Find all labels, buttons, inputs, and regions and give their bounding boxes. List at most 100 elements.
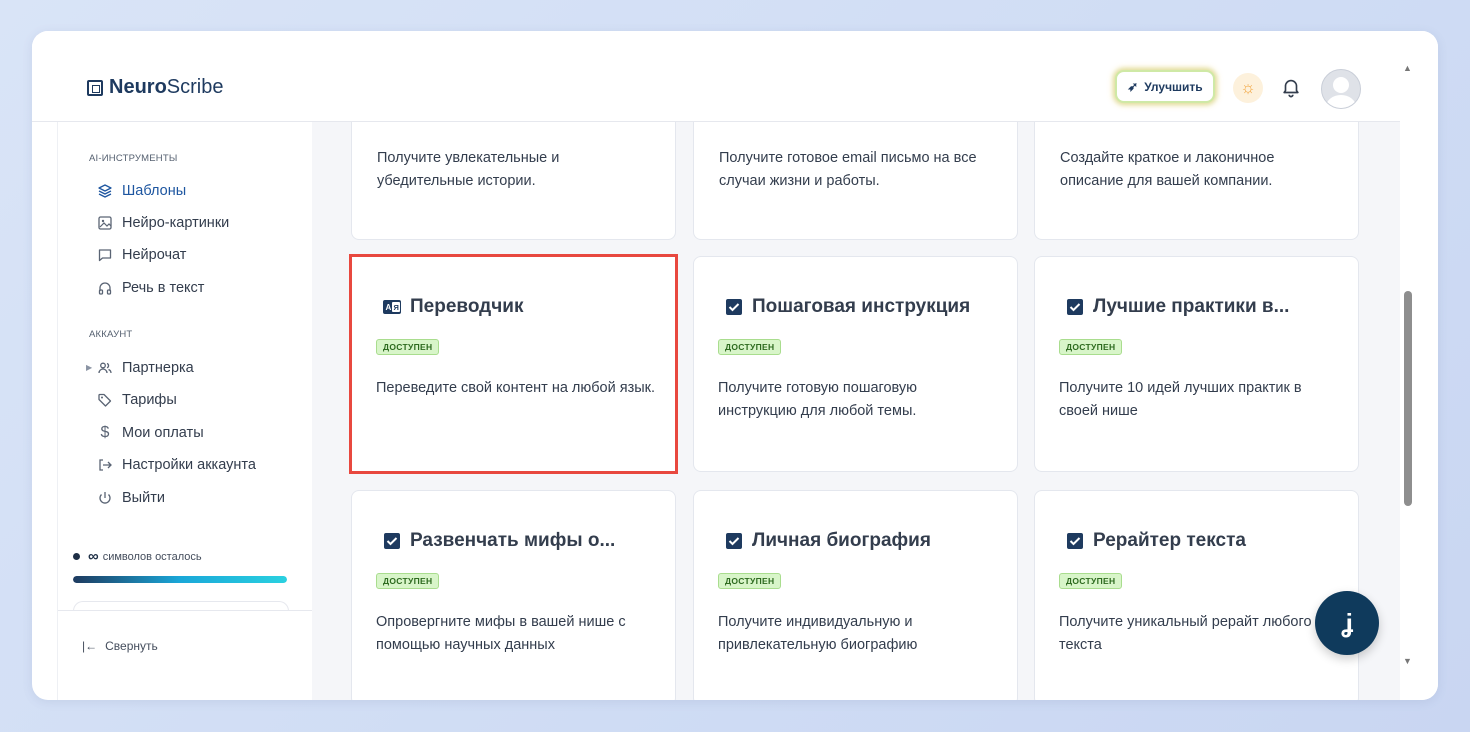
template-card-rewriter[interactable]: Рерайтер текста ДОСТУПЕН Получите уникал… — [1034, 490, 1359, 700]
upgrade-label: Улучшить — [1144, 79, 1203, 94]
status-dot — [73, 553, 80, 560]
template-card-debunk-myths[interactable]: Развенчать мифы о... ДОСТУПЕН Опровергни… — [351, 490, 676, 700]
collapse-arrow-icon: |← — [82, 639, 98, 653]
card-title: Рерайтер текста — [1065, 530, 1246, 552]
card-description: Создайте краткое и лаконичное описание д… — [1060, 150, 1275, 189]
card-description: Получите уникальный рерайт любого текста — [1059, 614, 1312, 653]
scrollbar-thumb[interactable] — [1404, 291, 1412, 506]
upgrade-button[interactable]: ➶ Улучшить — [1115, 70, 1215, 103]
sidebar-item-speech-to-text[interactable]: Речь в текст — [97, 278, 204, 298]
card-title-text: Рерайтер текста — [1093, 530, 1246, 551]
chevron-right-icon: ▶ — [86, 363, 93, 372]
card-title: A Я Переводчик — [382, 296, 523, 318]
status-badge: ДОСТУПЕН — [718, 573, 782, 589]
status-badge: ДОСТУПЕН — [376, 573, 440, 589]
image-icon — [97, 215, 113, 231]
power-icon — [97, 490, 113, 506]
credits-progress-bar — [73, 576, 287, 583]
card-title: Лучшие практики в... — [1065, 296, 1289, 318]
sidebar-item-label: Партнерка — [122, 360, 194, 376]
card-description: Переведите свой контент на любой язык. — [376, 380, 656, 396]
status-badge: ДОСТУПЕН — [1059, 573, 1123, 589]
status-badge: ДОСТУПЕН — [376, 339, 440, 355]
sidebar-item-partners[interactable]: ▶ Партнерка — [86, 358, 194, 378]
svg-text:Я: Я — [394, 303, 399, 312]
dollar-icon: $ — [100, 424, 110, 441]
card-title: Личная биография — [724, 530, 931, 552]
card-description: Опровергните мифы в вашей нише с помощью… — [376, 614, 626, 653]
tag-icon — [97, 392, 113, 408]
section-label-ai-tools: AI-ИНСТРУМЕНТЫ — [89, 153, 178, 164]
logo[interactable]: NeuroScribe — [87, 76, 224, 99]
card-title-text: Личная биография — [752, 530, 931, 551]
template-card-best-practices[interactable]: Лучшие практики в... ДОСТУПЕН Получите 1… — [1034, 256, 1359, 472]
status-badge: ДОСТУПЕН — [1059, 339, 1123, 355]
credits-indicator: ∞ символов осталось — [73, 548, 202, 565]
card-title-text: Переводчик — [410, 296, 524, 317]
sidebar-footer: |← Свернуть — [58, 610, 312, 700]
svg-text:A: A — [386, 303, 392, 312]
sidebar-item-label: Нейрочат — [122, 247, 187, 263]
status-badge: ДОСТУПЕН — [718, 339, 782, 355]
login-icon — [97, 457, 113, 473]
card-title-text: Пошаговая инструкция — [752, 296, 971, 317]
users-icon — [97, 360, 113, 376]
template-card-translator[interactable]: A Я Переводчик ДОСТУПЕН Переведите свой … — [349, 254, 678, 474]
headphones-icon — [97, 280, 113, 296]
sidebar-item-neurochat[interactable]: Нейрочат — [97, 245, 186, 265]
sidebar-item-neuro-images[interactable]: Нейро-картинки — [97, 213, 229, 233]
translate-icon: A Я — [383, 300, 401, 314]
sidebar-item-templates[interactable]: Шаблоны — [97, 181, 186, 201]
credits-infinity: ∞ — [88, 548, 99, 565]
checkbox-icon — [1067, 299, 1083, 315]
card-title: Пошаговая инструкция — [724, 296, 970, 318]
sidebar-item-label: Мои оплаты — [122, 425, 204, 441]
chat-widget-button[interactable]: ʝ — [1315, 591, 1379, 655]
collapse-button[interactable]: |← Свернуть — [82, 639, 158, 653]
sidebar-item-label: Нейро-картинки — [122, 215, 230, 231]
layers-icon — [97, 183, 113, 199]
collapse-label: Свернуть — [105, 639, 158, 653]
template-card-step-by-step[interactable]: Пошаговая инструкция ДОСТУПЕН Получите г… — [693, 256, 1018, 472]
sidebar-item-label: Выйти — [122, 490, 165, 506]
rocket-icon: ➶ — [1127, 78, 1139, 94]
avatar[interactable] — [1321, 69, 1361, 109]
sidebar-item-label: Шаблоны — [122, 183, 187, 199]
template-card-email[interactable]: Получите готовое email письмо на все слу… — [693, 122, 1018, 240]
logo-bold-text: Neuro — [109, 76, 167, 98]
card-title: Развенчать мифы о... — [382, 530, 615, 552]
template-card-stories[interactable]: Получите увлекательные и убедительные ис… — [351, 122, 676, 240]
card-description: Получите готовую пошаговую инструкцию дл… — [718, 380, 918, 419]
sidebar-item-account-settings[interactable]: Настройки аккаунта — [97, 455, 256, 475]
chat-icon — [97, 247, 113, 263]
sidebar: AI-ИНСТРУМЕНТЫ Шаблоны Нейро-картинки Не… — [57, 122, 313, 700]
bell-icon[interactable] — [1280, 76, 1302, 98]
checkbox-icon — [726, 533, 742, 549]
card-description: Получите увлекательные и убедительные ис… — [377, 150, 560, 189]
sidebar-item-label: Тарифы — [122, 392, 177, 408]
credits-progress-fill — [73, 576, 287, 583]
templates-grid: Получите увлекательные и убедительные ис… — [312, 122, 1400, 700]
section-label-account: АККАУНТ — [89, 329, 133, 340]
scroll-up-arrow-icon[interactable]: ▲ — [1403, 63, 1412, 73]
card-title-text: Развенчать мифы о... — [410, 530, 616, 551]
template-card-biography[interactable]: Личная биография ДОСТУПЕН Получите индив… — [693, 490, 1018, 700]
sidebar-item-logout[interactable]: Выйти — [97, 488, 165, 508]
sidebar-item-my-payments[interactable]: $ Мои оплаты — [97, 423, 204, 443]
sidebar-item-tariffs[interactable]: Тарифы — [97, 390, 177, 410]
checkbox-icon — [1067, 533, 1083, 549]
scroll-down-arrow-icon[interactable]: ▼ — [1403, 656, 1412, 666]
checkbox-icon — [726, 299, 742, 315]
theme-toggle-sun-icon[interactable]: ☼ — [1233, 73, 1263, 103]
app-window: NeuroScribe ➶ Улучшить ☼ AI-ИНСТРУМЕНТЫ … — [32, 31, 1438, 700]
logo-regular-text: Scribe — [166, 76, 224, 98]
card-description: Получите 10 идей лучших практик в своей … — [1059, 380, 1302, 419]
credits-text: символов осталось — [102, 550, 202, 563]
template-card-company-description[interactable]: Создайте краткое и лаконичное описание д… — [1034, 122, 1359, 240]
card-title-text: Лучшие практики в... — [1093, 296, 1290, 317]
top-header: NeuroScribe ➶ Улучшить ☼ — [32, 31, 1400, 122]
sidebar-item-label: Речь в текст — [122, 280, 205, 296]
logo-icon — [87, 79, 103, 96]
sidebar-item-label: Настройки аккаунта — [122, 457, 256, 473]
card-description: Получите индивидуальную и привлекательну… — [718, 614, 918, 653]
